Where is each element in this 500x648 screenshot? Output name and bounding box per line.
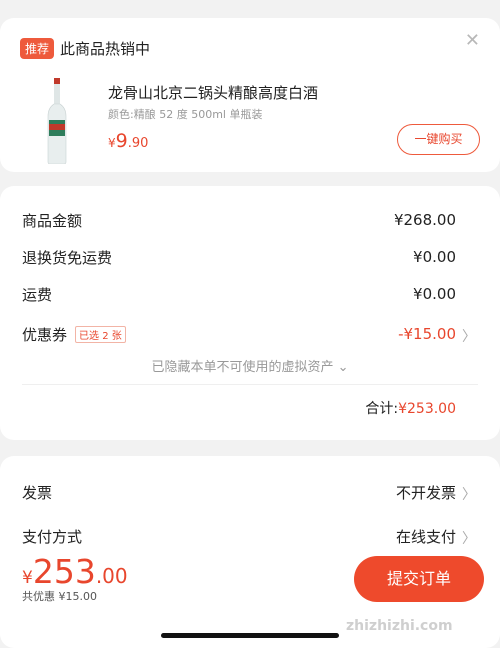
- final-price-integer: 253: [32, 552, 96, 591]
- order-total: 合计:¥253.00: [365, 398, 456, 418]
- hidden-assets-note[interactable]: 已隐藏本单不可使用的虚拟资产 ⌄: [0, 356, 500, 375]
- invoice-row[interactable]: 发票 不开发票: [22, 480, 456, 504]
- shipping-label: 运费: [22, 285, 53, 304]
- final-price-decimal: .00: [95, 564, 128, 588]
- submit-order-button[interactable]: 提交订单: [354, 556, 484, 602]
- one-click-buy-button[interactable]: 一键购买: [397, 124, 480, 155]
- product-price: ¥9.90: [108, 130, 148, 152]
- recommend-header: 推荐 此商品热销中: [20, 38, 150, 59]
- coupon-value: -¥15.00: [398, 325, 456, 343]
- goods-amount-row: 商品金额 ¥268.00: [22, 208, 456, 232]
- divider: [22, 384, 478, 385]
- amount-card: 商品金额 ¥268.00 退换货免运费 ¥0.00 运费 ¥0.00 优惠券 已…: [0, 186, 500, 440]
- recommend-title: 此商品热销中: [60, 40, 151, 58]
- shipping-value: ¥0.00: [413, 285, 456, 303]
- return-shipping-label: 退换货免运费: [22, 248, 113, 267]
- price-integer: 9: [115, 130, 128, 152]
- price-decimal: .90: [127, 136, 149, 151]
- watermark: zhizhizhi.com: [346, 618, 453, 634]
- chevron-right-icon[interactable]: 〉: [462, 528, 476, 548]
- close-icon[interactable]: ✕: [465, 30, 480, 51]
- goods-amount-label: 商品金额: [22, 211, 83, 230]
- return-shipping-value: ¥0.00: [413, 248, 456, 266]
- total-label: 合计:: [365, 401, 399, 417]
- pay-method-row[interactable]: 支付方式 在线支付: [22, 524, 456, 548]
- total-saved: 共优惠 ¥15.00: [22, 590, 97, 603]
- price-symbol: ¥: [108, 136, 116, 150]
- return-shipping-row: 退换货免运费 ¥0.00: [22, 245, 456, 269]
- final-price: ¥253.00: [22, 552, 128, 591]
- chevron-right-icon[interactable]: 〉: [462, 326, 476, 346]
- invoice-label: 发票: [22, 483, 53, 502]
- product-name[interactable]: 龙骨山北京二锅头精酿高度白酒: [108, 82, 318, 103]
- goods-amount-value: ¥268.00: [393, 211, 456, 229]
- product-image[interactable]: [46, 78, 68, 164]
- recommend-tag: 推荐: [20, 38, 55, 59]
- chevron-right-icon[interactable]: 〉: [462, 484, 476, 504]
- coupon-count-badge: 已选 2 张: [75, 325, 126, 343]
- pay-method-value: 在线支付: [395, 527, 456, 546]
- home-indicator[interactable]: [161, 633, 339, 638]
- coupon-row[interactable]: 优惠券 已选 2 张 -¥15.00: [22, 322, 456, 346]
- recommend-card: 推荐 此商品热销中 ✕ 龙骨山北京二锅头精酿高度白酒 颜色:精酿 52 度 50…: [0, 18, 500, 172]
- final-price-symbol: ¥: [22, 568, 33, 588]
- product-spec: 颜色:精酿 52 度 500ml 单瓶装: [108, 108, 263, 121]
- coupon-label: 优惠券: [22, 325, 68, 344]
- pay-method-label: 支付方式: [22, 527, 83, 546]
- total-value: ¥253.00: [398, 401, 456, 417]
- invoice-value: 不开发票: [395, 483, 456, 502]
- shipping-row: 运费 ¥0.00: [22, 282, 456, 306]
